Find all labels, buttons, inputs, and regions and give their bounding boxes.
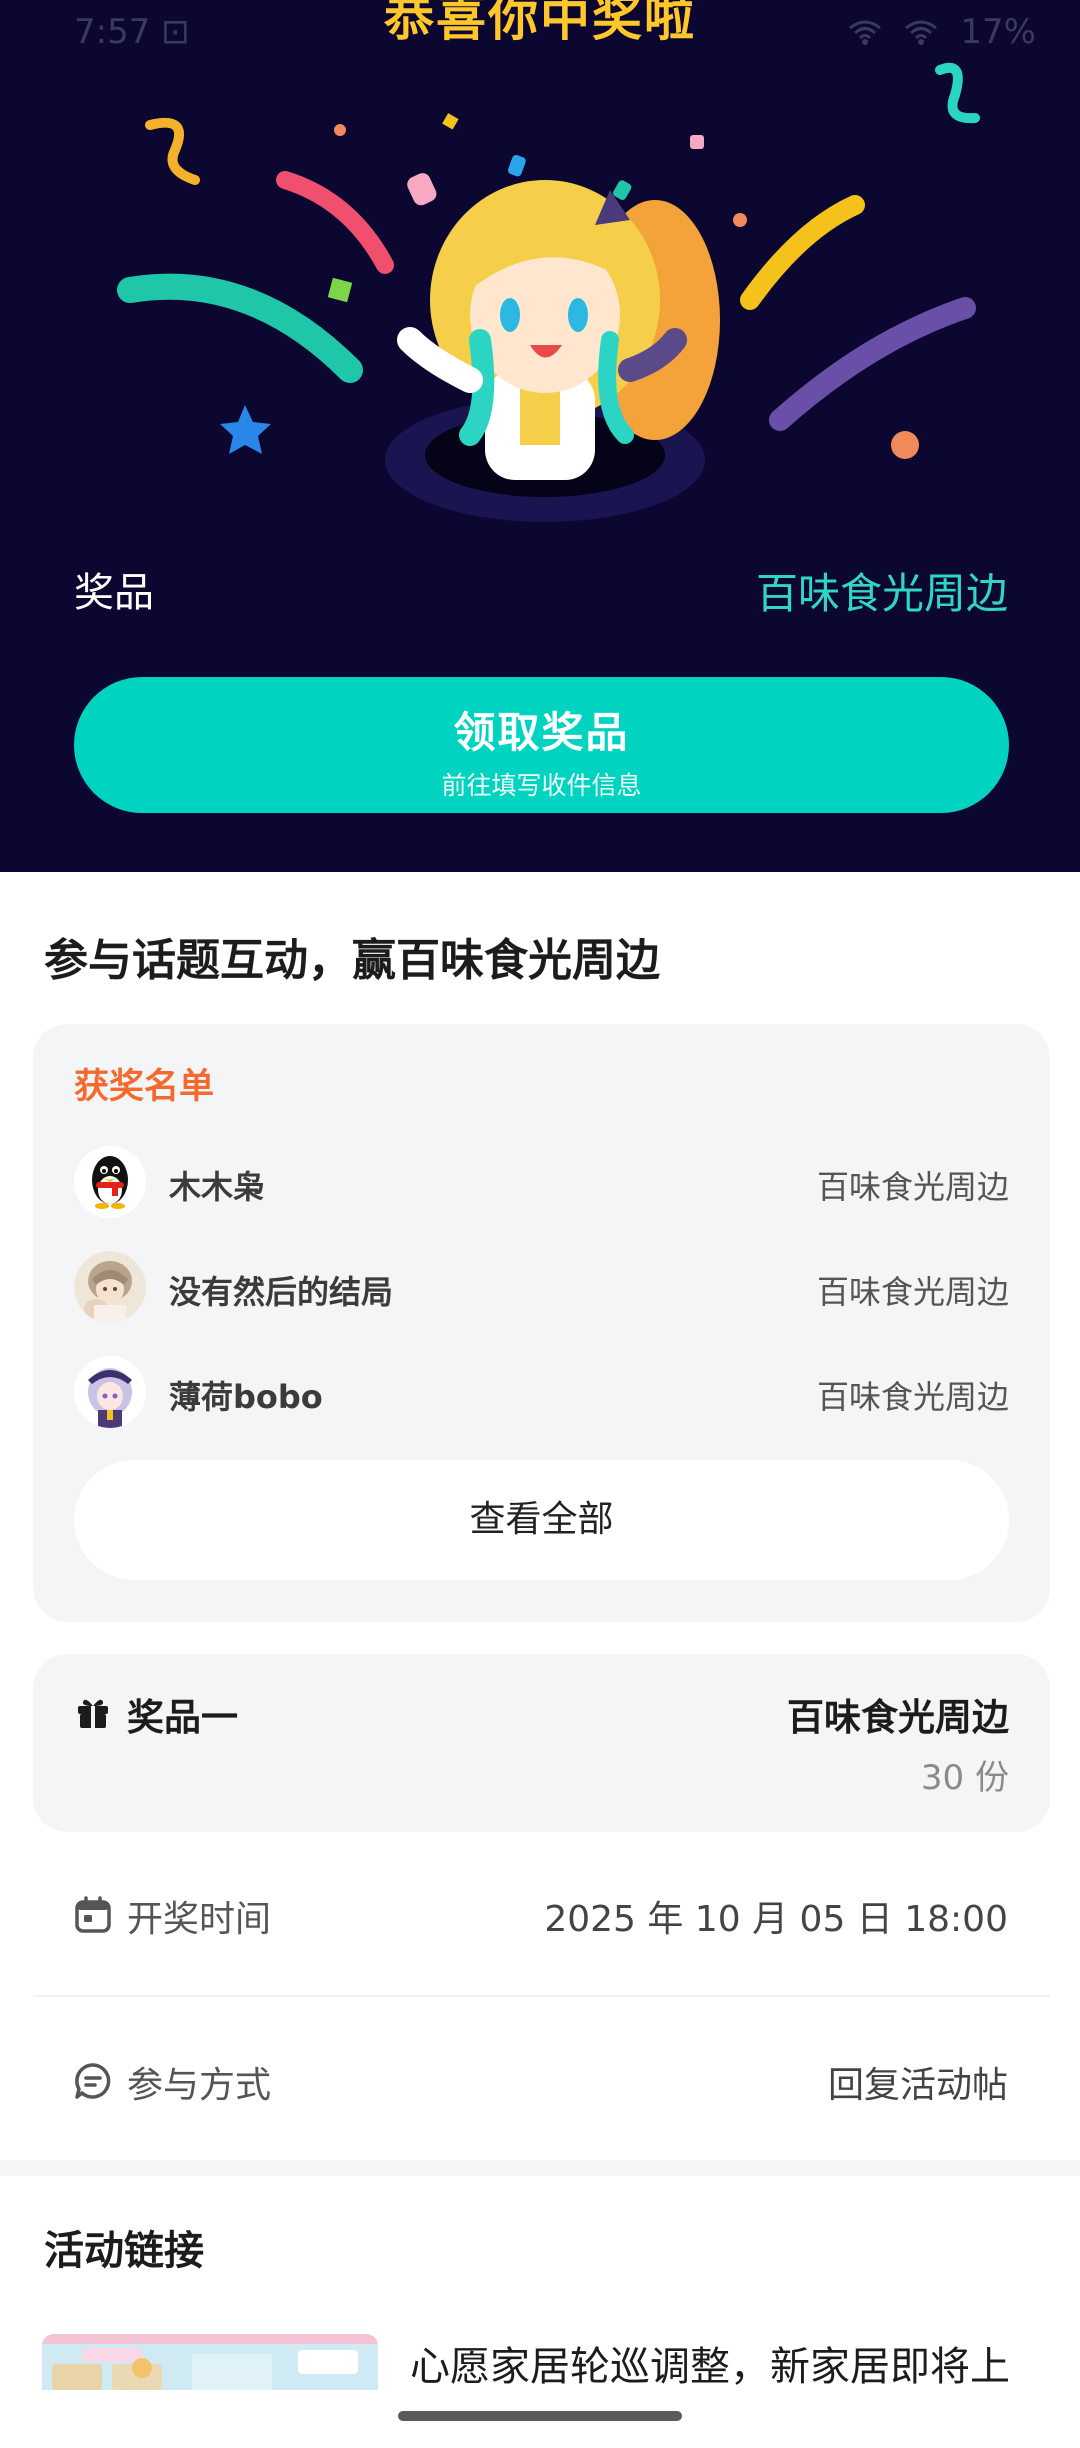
claim-button-title: 领取奖品 [453,708,630,757]
divider [33,1995,1050,1997]
participation-value: 回复活动帖 [827,2065,1008,2106]
chat-icon [75,2063,111,2099]
winner-row[interactable]: 木木枭 百味食光周边 [74,1146,1009,1222]
participation-row: 参与方式 回复活动帖 [74,2050,1008,2110]
link-thumbnail[interactable] [42,2334,378,2390]
prize-hero: 7:57 ⊡ 17% 恭喜你中奖啦 奖品 百味食光周边 领取奖品 前往填写收件信… [0,0,1080,872]
winners-heading: 获奖名单 [74,1067,215,1107]
gift-icon [78,1699,108,1728]
prize-card-name: 百味食光周边 [787,1696,1009,1739]
celebration-illustration [117,62,980,522]
prize-card-label: 奖品一 [127,1696,238,1739]
winner-row[interactable]: 没有然后的结局 百味食光周边 [74,1251,1009,1327]
winners-list-card: 获奖名单 木木枭 百味食光周边 没有然后的结局 百味食光周边 薄荷bobo 百味… [33,1024,1050,1622]
prize-label: 奖品 [74,570,154,616]
winner-prize: 百味食光周边 [816,1273,1009,1311]
claim-button-subtitle: 前往填写收件信息 [441,771,642,800]
calendar-icon [75,1896,111,1933]
participation-label: 参与方式 [127,2065,272,2106]
anime-boy-avatar[interactable] [74,1251,146,1323]
claim-prize-button[interactable]: 领取奖品 前往填写收件信息 [74,677,1009,813]
winner-prize: 百味食光周边 [816,1168,1009,1206]
link-title[interactable]: 心愿家居轮巡调整，新家居即将上 [410,2334,1040,2392]
winner-name: 没有然后的结局 [169,1273,394,1311]
winner-row[interactable]: 薄荷bobo 百味食光周边 [74,1356,1009,1432]
section-gap [0,2160,1080,2176]
home-indicator[interactable] [398,2411,682,2421]
topic-title: 参与话题互动，赢百味食光周边 [44,935,660,986]
prize-name: 百味食光周边 [755,569,1008,618]
penguin-avatar[interactable] [74,1146,146,1218]
winner-name: 薄荷bobo [169,1378,323,1416]
draw-time-value: 2025 年 10 月 05 日 18:00 [544,1899,1008,1940]
draw-time-row: 开奖时间 2025 年 10 月 05 日 18:00 [74,1884,1008,1944]
anime-girl-avatar[interactable] [74,1356,146,1428]
activity-links-title: 活动链接 [44,2228,204,2274]
prize-card-count: 30 份 [920,1758,1009,1798]
view-all-button[interactable]: 查看全部 [74,1460,1009,1580]
winner-prize: 百味食光周边 [816,1378,1009,1416]
prize-detail-card: 奖品一 百味食光周边 30 份 [33,1654,1050,1832]
winner-name: 木木枭 [169,1168,266,1206]
prize-info-row: 奖品 百味食光周边 [74,560,1008,618]
draw-time-label: 开奖时间 [127,1899,272,1940]
